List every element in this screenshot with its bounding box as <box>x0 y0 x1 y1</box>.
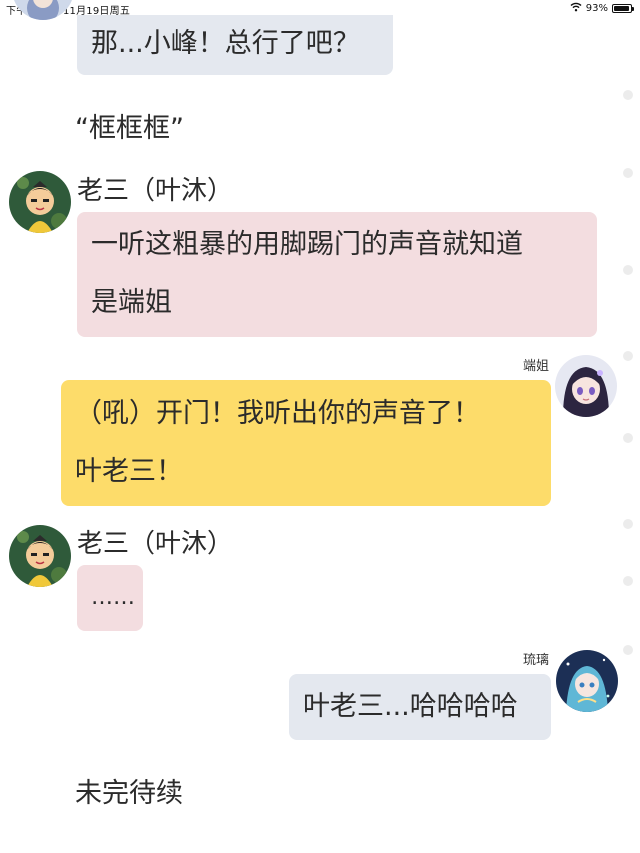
battery-icon <box>612 4 634 13</box>
status-bar: 下午10:07 11月19日周五 93% <box>0 0 640 17</box>
message-line-2: 叶老三！ <box>75 456 183 487</box>
battery-fill <box>614 6 629 11</box>
message-bubble-5[interactable]: …… <box>77 565 143 631</box>
message-text: …… <box>91 585 135 610</box>
scroll-marker <box>623 168 633 178</box>
sender-name: 琉璃 <box>522 653 549 668</box>
scroll-marker <box>623 90 633 100</box>
narration-sound: “框框框” <box>75 113 184 144</box>
message-bubble-1[interactable]: 那...小峰！总行了吧？ <box>77 15 393 75</box>
message-bubble-3[interactable]: 一听这粗暴的用脚踢门的声音就知道 是端姐 <box>77 212 597 337</box>
scroll-marker <box>623 645 633 655</box>
scroll-marker <box>623 576 633 586</box>
message-line-1: （吼）开门！我听出你的声音了！ <box>75 398 480 429</box>
battery-percent: 93% <box>585 3 608 14</box>
avatar-laosan[interactable] <box>9 171 71 233</box>
message-bubble-6[interactable]: 叶老三...哈哈哈哈 <box>289 674 551 740</box>
scroll-marker <box>623 519 633 529</box>
message-bubble-4[interactable]: （吼）开门！我听出你的声音了！ 叶老三！ <box>61 380 551 506</box>
message-text: 那...小峰！总行了吧？ <box>91 28 360 59</box>
battery-cap <box>632 7 634 11</box>
scroll-marker <box>623 351 633 361</box>
message-line-2: 是端姐 <box>91 287 172 318</box>
sender-name: 端姐 <box>522 359 549 374</box>
sender-name: 老三（叶沐） <box>77 176 234 206</box>
scroll-marker <box>623 265 633 275</box>
wifi-icon <box>570 2 582 15</box>
status-indicators: 93% <box>570 2 634 15</box>
narration-to-be-continued: 未完待续 <box>75 778 183 809</box>
message-text: 叶老三...哈哈哈哈 <box>303 691 518 722</box>
avatar-laosan[interactable] <box>9 525 71 587</box>
avatar-partial[interactable] <box>12 0 74 20</box>
scroll-marker <box>623 433 633 443</box>
avatar-duanjie[interactable] <box>555 355 617 417</box>
message-line-1: 一听这粗暴的用脚踢门的声音就知道 <box>91 229 523 260</box>
sender-name: 老三（叶沐） <box>77 529 234 559</box>
avatar-liuli[interactable] <box>556 650 618 712</box>
